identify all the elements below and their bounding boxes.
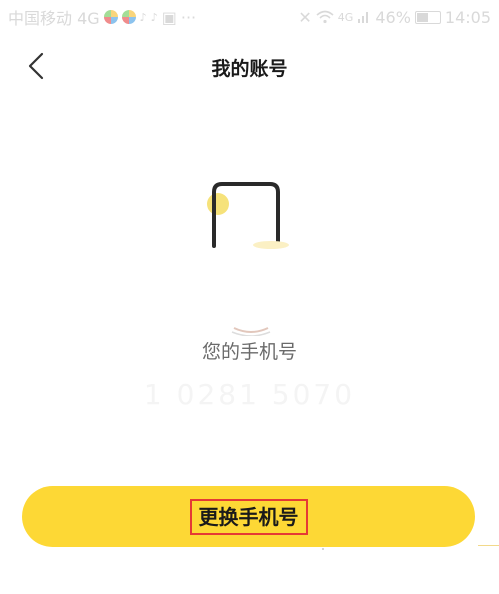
app-dot-icon bbox=[103, 10, 118, 24]
time-text: 14:05 bbox=[444, 7, 491, 27]
page-title: 我的账号 bbox=[211, 58, 288, 80]
clipboard-icon: ▣ bbox=[161, 7, 177, 27]
phone-number: 1 0281 5070 bbox=[143, 378, 356, 411]
signal-icon bbox=[358, 12, 369, 23]
mute-icon: ✕ bbox=[298, 7, 312, 27]
phone-illustration-icon bbox=[207, 182, 289, 336]
divider bbox=[478, 545, 499, 546]
nav-bar: 我的账号 bbox=[0, 34, 499, 100]
more-icon: ··· bbox=[180, 7, 197, 27]
wifi-icon bbox=[316, 10, 334, 24]
sound-icon: ♪ bbox=[139, 10, 147, 24]
battery-percent-text: 46% bbox=[375, 7, 411, 27]
status-bar: 中国移动 4G ♪ ♪ ▣ ··· ✕ 4G 46% 14:05 bbox=[0, 0, 499, 34]
sound-icon: ♪ bbox=[150, 10, 158, 24]
carrier-text: 中国移动 4G bbox=[8, 9, 100, 28]
app-dot-icon bbox=[121, 10, 136, 24]
phone-label: 您的手机号 bbox=[201, 341, 297, 363]
change-phone-button[interactable]: 更换手机号 bbox=[22, 486, 475, 547]
battery-icon bbox=[414, 10, 441, 24]
status-bar-left: 中国移动 4G ♪ ♪ ▣ ··· bbox=[8, 5, 196, 29]
status-bar-right: ✕ 4G 46% 14:05 bbox=[298, 8, 491, 27]
change-phone-button-label: 更换手机号 bbox=[189, 498, 308, 535]
decorative-dot bbox=[322, 548, 324, 550]
network-type-text: 4G bbox=[337, 10, 354, 24]
